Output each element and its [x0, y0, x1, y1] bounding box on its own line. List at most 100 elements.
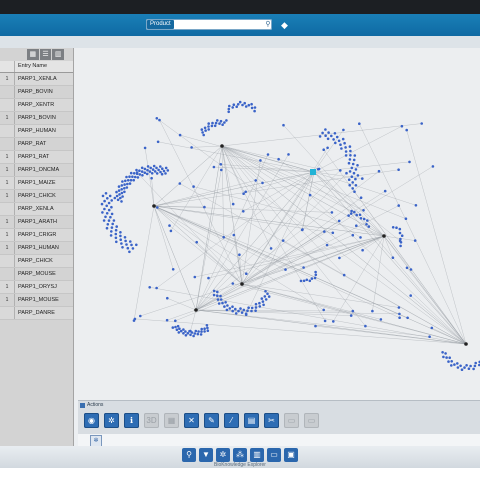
graph-node[interactable]: [214, 121, 218, 125]
graph-node[interactable]: [136, 176, 140, 179]
graph-node[interactable]: [364, 324, 367, 328]
graph-node[interactable]: [124, 239, 127, 243]
graph-node[interactable]: [262, 303, 265, 307]
graph-node[interactable]: [105, 226, 109, 230]
table-row[interactable]: 1 PARP1_MAIZE: [0, 177, 73, 190]
graph-node[interactable]: [164, 172, 167, 175]
graph-node[interactable]: [189, 333, 192, 337]
graph-node[interactable]: [202, 133, 205, 137]
search-scope-dropdown[interactable]: Product: [147, 20, 174, 29]
selected-node[interactable]: [310, 169, 316, 175]
graph-node[interactable]: [327, 131, 330, 134]
graph-node[interactable]: [195, 240, 198, 244]
table-row[interactable]: 1 PARP1_CHICK: [0, 190, 73, 203]
graph-node[interactable]: [105, 212, 109, 215]
graph-node[interactable]: [203, 126, 207, 130]
graph-node[interactable]: [287, 153, 290, 156]
graph-node[interactable]: [347, 178, 351, 181]
search-icon[interactable]: ⚲: [182, 448, 196, 462]
graph-node[interactable]: [347, 161, 351, 165]
graph-node[interactable]: [103, 199, 106, 203]
graph-node[interactable]: [218, 122, 221, 125]
graph-node[interactable]: [326, 146, 329, 150]
graph-node[interactable]: [266, 292, 269, 296]
graph-node[interactable]: [353, 154, 357, 157]
graph-node[interactable]: [238, 100, 242, 104]
graph-node[interactable]: [237, 309, 240, 313]
graph-node[interactable]: [366, 219, 369, 222]
graph-node[interactable]: [342, 273, 346, 277]
graph-node[interactable]: [117, 185, 121, 188]
graph-node[interactable]: [281, 239, 285, 242]
graph-node[interactable]: [164, 166, 168, 170]
graph-node[interactable]: [107, 208, 111, 212]
table-row[interactable]: PARP_DANRE: [0, 307, 73, 320]
graph-node[interactable]: [406, 316, 409, 320]
column-header-count[interactable]: [0, 61, 15, 72]
graph-node[interactable]: [118, 193, 121, 196]
graph-node[interactable]: [128, 250, 131, 254]
graph-node[interactable]: [129, 240, 132, 243]
graph-node[interactable]: [450, 364, 453, 367]
graph-node[interactable]: [239, 307, 242, 310]
search-icon[interactable]: ⚲: [264, 20, 272, 29]
graph-node[interactable]: [109, 234, 113, 237]
graph-node[interactable]: [413, 239, 417, 242]
graph-node[interactable]: [212, 293, 216, 297]
graph-node[interactable]: [246, 309, 249, 313]
graph-node[interactable]: [302, 266, 305, 269]
graph-node[interactable]: [354, 184, 358, 187]
graph-node[interactable]: [203, 330, 206, 333]
graph-node[interactable]: [131, 247, 135, 250]
graph-node[interactable]: [205, 324, 209, 327]
graph-node[interactable]: [349, 154, 352, 157]
graph-node[interactable]: [119, 238, 122, 241]
graph-node[interactable]: [242, 192, 245, 195]
graph-node[interactable]: [120, 188, 123, 191]
table-row[interactable]: PARP_XENLA: [0, 203, 73, 216]
graph-node[interactable]: [119, 196, 122, 200]
table-row[interactable]: 1 PARP1_ORYSJ: [0, 281, 73, 294]
graph-node[interactable]: [414, 204, 418, 207]
graph-node[interactable]: [133, 317, 137, 321]
graph-node[interactable]: [244, 190, 247, 194]
graph-node[interactable]: [325, 243, 329, 247]
graph-node[interactable]: [190, 146, 193, 149]
graph-node[interactable]: [133, 175, 137, 179]
graph-node[interactable]: [358, 122, 361, 125]
graph-node[interactable]: [259, 159, 262, 162]
graph-node[interactable]: [117, 189, 121, 192]
graph-node[interactable]: [250, 309, 253, 313]
graph-node[interactable]: [348, 170, 352, 173]
graph-node[interactable]: [143, 167, 147, 171]
graph-node[interactable]: [367, 225, 371, 228]
graph-node[interactable]: [126, 246, 130, 250]
hub-node[interactable]: [220, 144, 224, 148]
graph-node[interactable]: [339, 143, 342, 146]
graph-node[interactable]: [213, 124, 217, 128]
graph-node[interactable]: [324, 128, 327, 131]
network-graph[interactable]: [74, 48, 480, 400]
graph-node[interactable]: [361, 248, 364, 252]
graph-node[interactable]: [104, 192, 108, 195]
column-header-entry-name[interactable]: Entry Name: [15, 61, 73, 72]
graph-node[interactable]: [130, 243, 133, 247]
graph-node[interactable]: [391, 256, 395, 259]
graph-node[interactable]: [335, 135, 339, 139]
graph-node[interactable]: [305, 278, 309, 282]
graph-node[interactable]: [176, 324, 180, 328]
graph-node[interactable]: [146, 168, 149, 172]
graph-node[interactable]: [383, 189, 387, 193]
graph-node[interactable]: [123, 183, 126, 186]
pen-icon[interactable]: ✎: [204, 413, 219, 428]
graph-node[interactable]: [200, 128, 204, 131]
window-icon[interactable]: ▭: [267, 448, 281, 462]
graph-node[interactable]: [223, 121, 226, 124]
graph-node[interactable]: [398, 231, 402, 235]
graph-node[interactable]: [162, 169, 166, 173]
graph-node[interactable]: [148, 170, 152, 173]
graph-node[interactable]: [397, 306, 401, 309]
graph-node[interactable]: [139, 314, 142, 318]
graph-node[interactable]: [128, 182, 132, 185]
graph-node[interactable]: [353, 210, 356, 214]
